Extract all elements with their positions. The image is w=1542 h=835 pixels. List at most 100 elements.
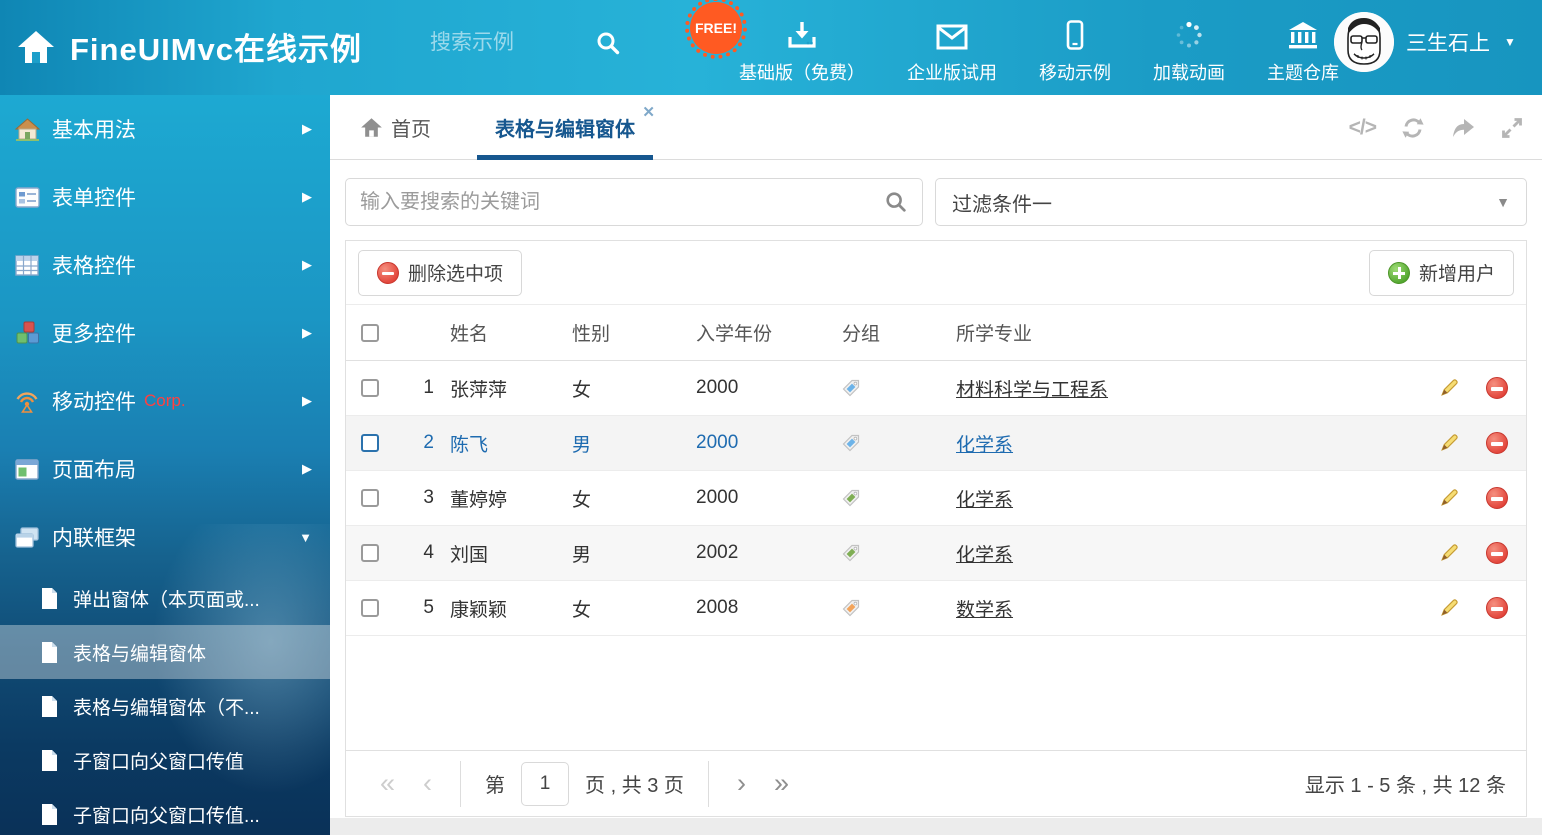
- download-icon: [787, 14, 817, 50]
- home-icon: [14, 118, 40, 141]
- main-content: 首页 表格与编辑窗体 ✕ </>: [330, 95, 1542, 835]
- page-number-input[interactable]: [521, 762, 569, 806]
- tag-icon: [842, 434, 860, 452]
- column-header-group[interactable]: 分组: [834, 319, 948, 346]
- search-icon[interactable]: [884, 190, 908, 214]
- delete-row-icon[interactable]: [1486, 487, 1508, 509]
- sidebar-subitem-label: 子窗口向父窗口传值...: [73, 801, 260, 828]
- sidebar-subitem-popup-window[interactable]: 弹出窗体（本页面或...: [0, 571, 330, 625]
- filter-selected-value: 过滤条件一: [952, 188, 1496, 217]
- major-link[interactable]: 化学系: [956, 545, 1013, 566]
- sidebar-subitem-child-to-parent-2[interactable]: 子窗口向父窗口传值...: [0, 787, 330, 835]
- menu-item-basic-edition[interactable]: 基础版（免费）: [718, 14, 886, 85]
- expand-icon[interactable]: [1500, 116, 1524, 140]
- prev-page-button[interactable]: ‹: [409, 770, 446, 797]
- delete-row-icon[interactable]: [1486, 542, 1508, 564]
- row-checkbox[interactable]: [361, 599, 379, 617]
- column-header-year[interactable]: 入学年份: [688, 319, 834, 346]
- mobile-icon: [1066, 14, 1084, 50]
- iframe-icon: [14, 527, 40, 548]
- menu-item-label: 移动示例: [1039, 59, 1111, 85]
- sidebar-subitem-grid-edit-window[interactable]: 表格与编辑窗体: [0, 625, 330, 679]
- tab-label: 首页: [391, 113, 431, 142]
- column-header-gender[interactable]: 性别: [564, 319, 688, 346]
- select-all-checkbox-cell: [346, 324, 394, 342]
- edit-icon[interactable]: [1439, 487, 1460, 509]
- record-summary: 显示 1 - 5 条 , 共 12 条: [1305, 769, 1506, 798]
- keyword-search-input[interactable]: [360, 191, 884, 214]
- bank-icon: [1287, 14, 1319, 50]
- menu-item-enterprise-trial[interactable]: 企业版试用: [886, 14, 1018, 85]
- sidebar-subitem-grid-edit-window-2[interactable]: 表格与编辑窗体（不...: [0, 679, 330, 733]
- chevron-down-icon: ▼: [299, 530, 312, 545]
- menu-item-label: 加载动画: [1153, 59, 1225, 85]
- row-index: 5: [394, 597, 442, 619]
- add-user-button[interactable]: 新增用户: [1369, 250, 1514, 296]
- close-icon[interactable]: ✕: [642, 103, 655, 121]
- edit-icon[interactable]: [1439, 542, 1460, 564]
- search-icon[interactable]: [595, 30, 621, 56]
- menu-item-mobile-demos[interactable]: 移动示例: [1018, 14, 1132, 85]
- table-row[interactable]: 5 康颖颖 女 2008 数学系: [346, 581, 1526, 636]
- row-checkbox[interactable]: [361, 434, 379, 452]
- tab-bar: 首页 表格与编辑窗体 ✕ </>: [330, 95, 1542, 160]
- logo[interactable]: FineUIMvc在线示例: [16, 24, 362, 69]
- delete-row-icon[interactable]: [1486, 432, 1508, 454]
- pager-divider: [460, 761, 461, 807]
- header-search-input[interactable]: [430, 31, 595, 55]
- row-index: 2: [394, 432, 442, 454]
- table-row[interactable]: 3 董婷婷 女 2000 化学系: [346, 471, 1526, 526]
- edit-icon[interactable]: [1439, 377, 1460, 399]
- row-checkbox[interactable]: [361, 544, 379, 562]
- sidebar-item-mobile-controls[interactable]: 移动控件 Corp. ▶: [0, 367, 330, 435]
- cell-group: [834, 489, 948, 507]
- table-empty-area: [346, 636, 1526, 750]
- row-checkbox[interactable]: [361, 379, 379, 397]
- sidebar-item-label: 基本用法: [52, 114, 136, 144]
- column-header-major[interactable]: 所学专业: [948, 319, 1414, 346]
- pagination-bar: « ‹ 第 页 , 共 3 页 › » 显示 1 - 5 条 , 共 12 条: [346, 750, 1526, 816]
- major-link[interactable]: 化学系: [956, 490, 1013, 511]
- delete-row-icon[interactable]: [1486, 597, 1508, 619]
- pager-divider: [708, 761, 709, 807]
- major-link[interactable]: 材料科学与工程系: [956, 380, 1108, 401]
- cell-name: 董婷婷: [442, 485, 564, 512]
- next-page-button[interactable]: ›: [723, 770, 760, 797]
- sidebar-item-page-layout[interactable]: 页面布局 ▶: [0, 435, 330, 503]
- major-link[interactable]: 化学系: [956, 435, 1013, 456]
- spinner-icon: [1174, 14, 1204, 50]
- row-checkbox[interactable]: [361, 489, 379, 507]
- select-all-checkbox[interactable]: [361, 324, 379, 342]
- grid-toolbar: 删除选中项 新增用户: [346, 241, 1526, 305]
- sidebar-item-grid-controls[interactable]: 表格控件 ▶: [0, 231, 330, 299]
- source-code-icon[interactable]: </>: [1349, 116, 1376, 140]
- table-row[interactable]: 2 陈飞 男 2000 化学系: [346, 416, 1526, 471]
- share-icon[interactable]: [1450, 117, 1476, 139]
- table-row[interactable]: 4 刘国 男 2002 化学系: [346, 526, 1526, 581]
- delete-row-icon[interactable]: [1486, 377, 1508, 399]
- user-menu[interactable]: 三生石上 ▼: [1334, 12, 1516, 72]
- refresh-icon[interactable]: [1400, 116, 1426, 140]
- sidebar-item-more-controls[interactable]: 更多控件 ▶: [0, 299, 330, 367]
- edit-icon[interactable]: [1439, 432, 1460, 454]
- filter-row: 过滤条件一 ▼: [345, 178, 1527, 226]
- cubes-icon: [14, 321, 40, 345]
- sidebar-item-form-controls[interactable]: 表单控件 ▶: [0, 163, 330, 231]
- sidebar-item-basic-usage[interactable]: 基本用法 ▶: [0, 95, 330, 163]
- table-row[interactable]: 1 张萍萍 女 2000 材料科学与工程系: [346, 361, 1526, 416]
- last-page-button[interactable]: »: [760, 770, 803, 797]
- major-link[interactable]: 数学系: [956, 600, 1013, 621]
- edit-icon[interactable]: [1439, 597, 1460, 619]
- menu-item-loading-animation[interactable]: 加载动画: [1132, 14, 1246, 85]
- sidebar-item-iframe[interactable]: 内联框架 ▼: [0, 503, 330, 571]
- first-page-button[interactable]: «: [366, 770, 409, 797]
- chevron-right-icon: ▶: [302, 393, 312, 409]
- sidebar-subitem-child-to-parent[interactable]: 子窗口向父窗口传值: [0, 733, 330, 787]
- tab-home[interactable]: 首页: [360, 113, 431, 142]
- tab-label: 表格与编辑窗体: [495, 113, 635, 142]
- app-window: FineUIMvc在线示例 FREE!: [0, 0, 1542, 835]
- tab-grid-edit-window[interactable]: 表格与编辑窗体 ✕: [477, 95, 653, 160]
- delete-selected-button[interactable]: 删除选中项: [358, 250, 522, 296]
- filter-dropdown[interactable]: 过滤条件一 ▼: [935, 178, 1527, 226]
- column-header-name[interactable]: 姓名: [442, 319, 564, 346]
